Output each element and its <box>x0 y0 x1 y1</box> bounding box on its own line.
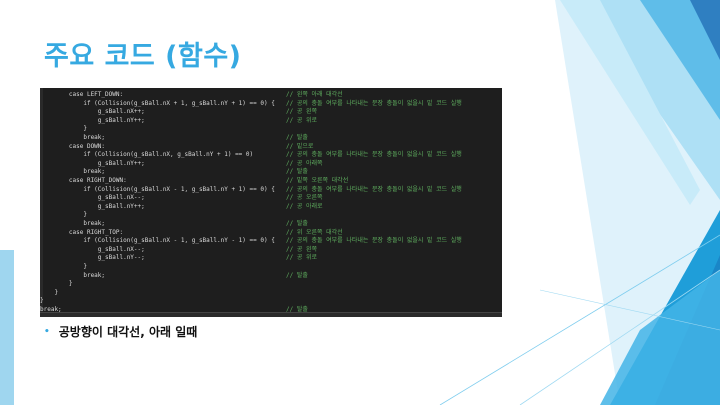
bullet-item: • 공방향이 대각선, 아래 일때 <box>44 323 197 340</box>
slide: 주요 코드 (함수) case LEFT_DOWN:// 왼쪽 아래 대각선 i… <box>0 0 720 405</box>
bullet-text: 공방향이 대각선, 아래 일때 <box>58 325 198 339</box>
bullet-icon: • <box>44 326 50 337</box>
code-screenshot: case LEFT_DOWN:// 왼쪽 아래 대각선 if (Collisio… <box>40 88 502 317</box>
editor-status-bar <box>40 312 502 317</box>
left-accent-bar <box>0 250 14 405</box>
slide-title: 주요 코드 (함수) <box>44 41 242 72</box>
